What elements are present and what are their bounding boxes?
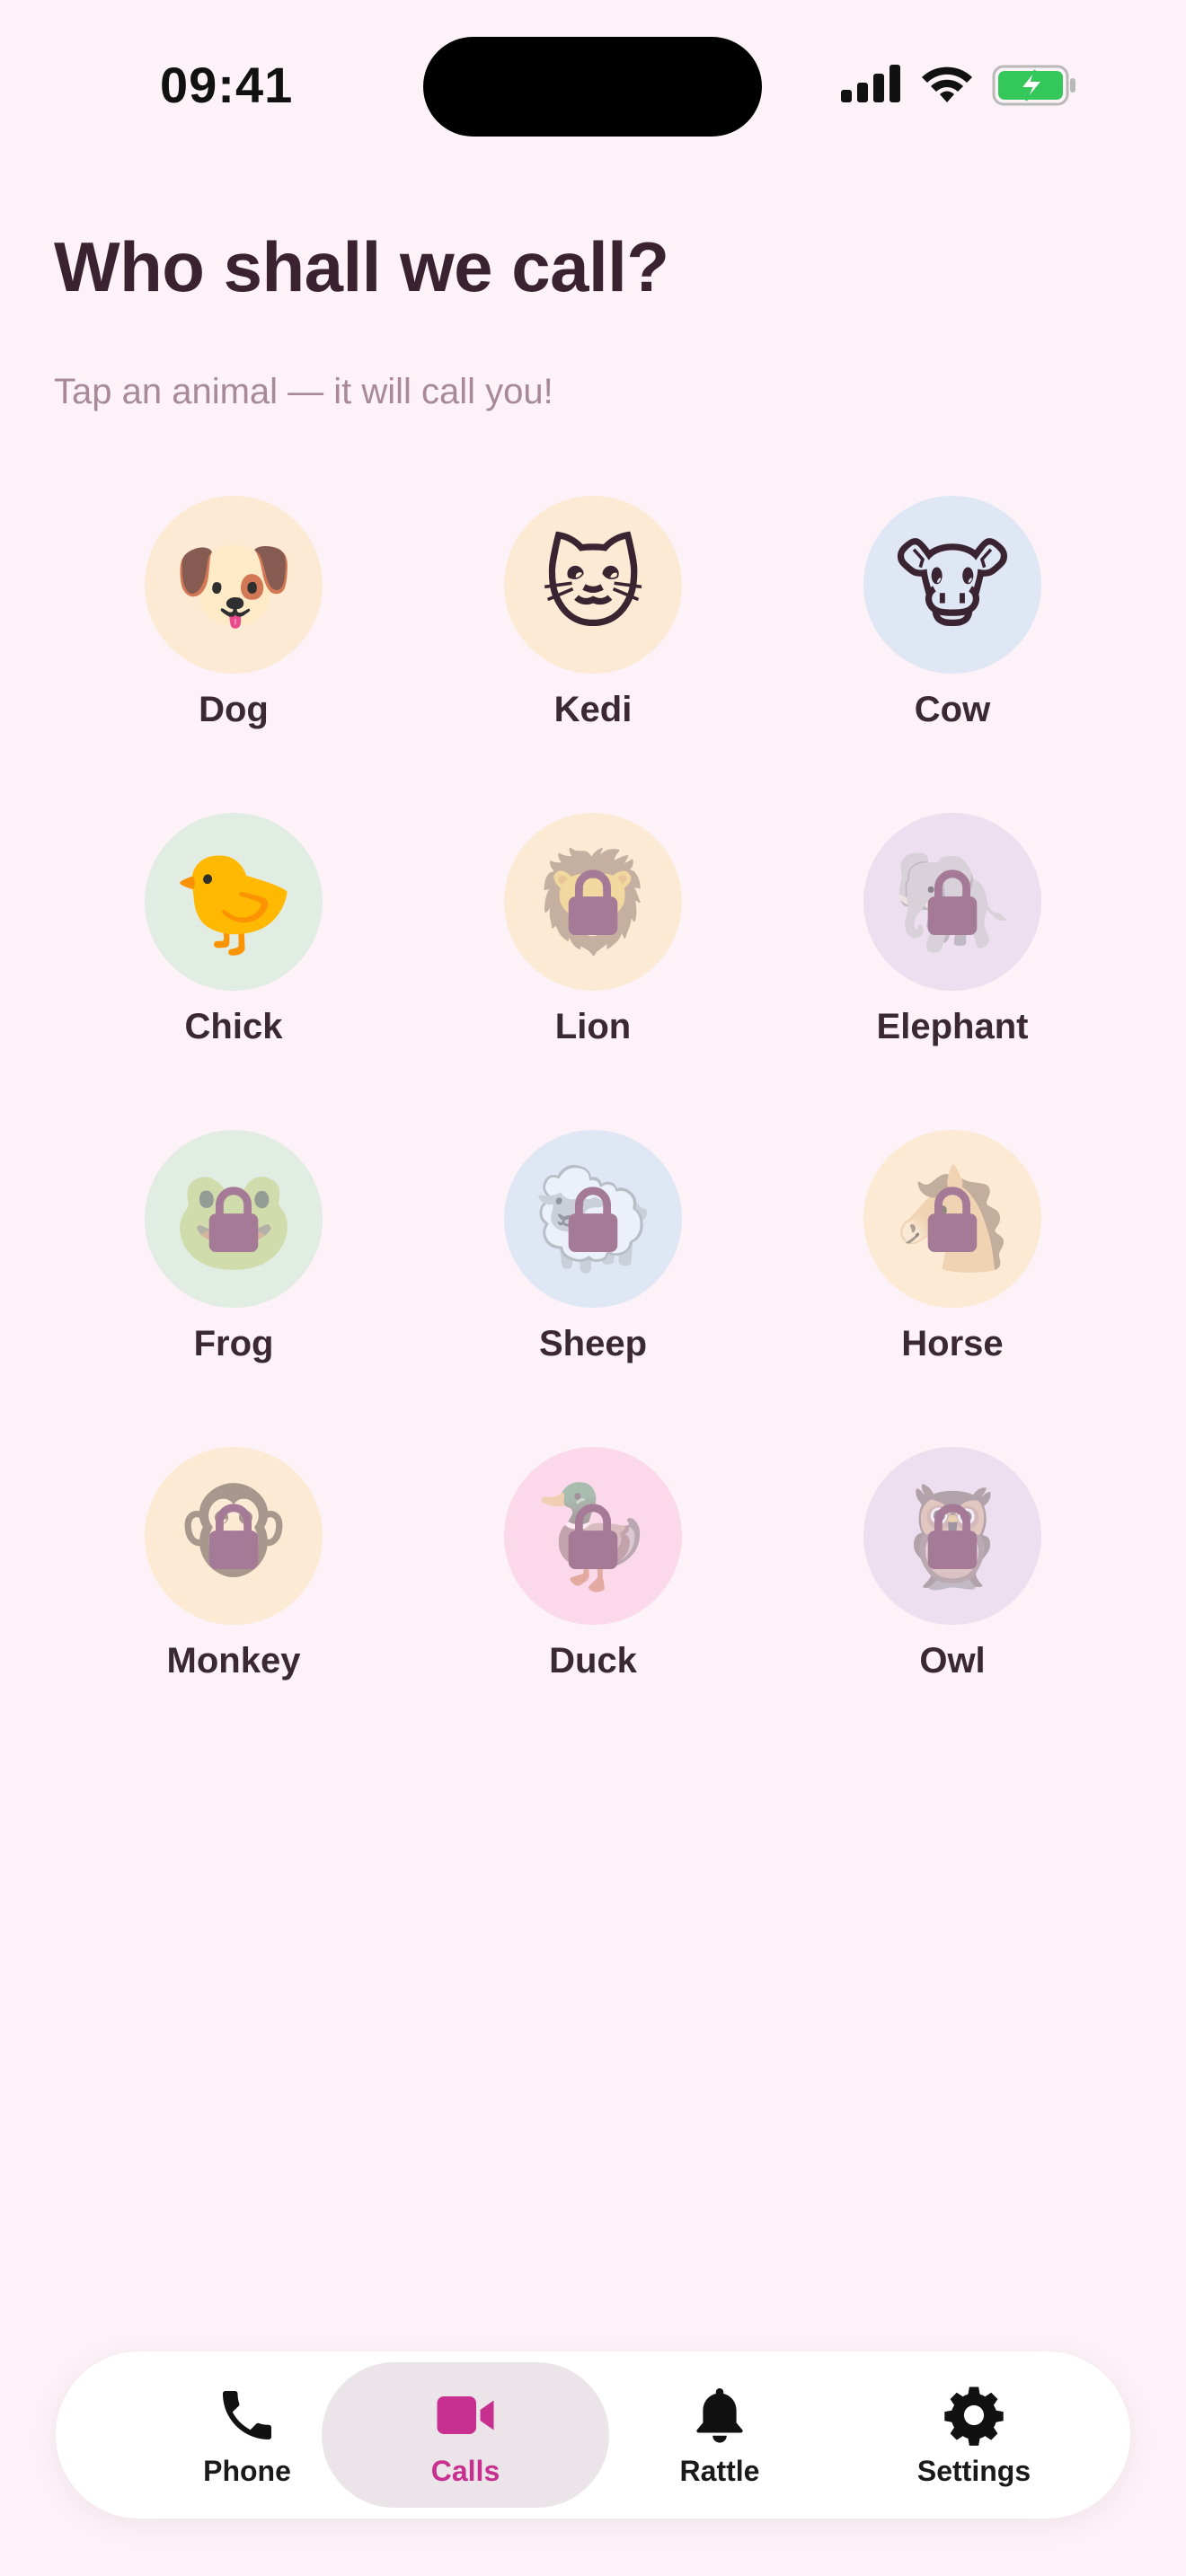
animal-kedi-button[interactable]: 🐱 Kedi [413, 496, 773, 813]
cow-icon: 🐮 [893, 527, 1012, 642]
animal-dog-button[interactable]: 🐶 Dog [54, 496, 413, 813]
lock-icon [568, 869, 618, 936]
animal-owl-button[interactable]: 🦉 Owl [773, 1447, 1132, 1764]
animal-sheep-button[interactable]: 🐑 Sheep [413, 1130, 773, 1447]
animal-avatar: 🐸 [145, 1130, 323, 1308]
animal-avatar: 🐵 [145, 1447, 323, 1625]
tab-label: Settings [916, 2454, 1031, 2487]
animal-label: Sheep [538, 1324, 648, 1363]
tab-label: Calls [430, 2454, 500, 2487]
status-time: 09:41 [160, 57, 294, 113]
animal-label: Dog [199, 690, 269, 729]
animal-label: Horse [901, 1324, 1004, 1363]
lock-icon [927, 1187, 978, 1253]
animal-label: Cow [914, 690, 991, 729]
page-subtitle: Tap an animal — it will call you! [54, 372, 553, 411]
animal-cow-button[interactable]: 🐮 Cow [773, 496, 1132, 813]
animal-horse-button[interactable]: 🐴 Horse [773, 1130, 1132, 1447]
animal-elephant-button[interactable]: 🐘 Elephant [773, 813, 1132, 1130]
battery-charging-icon [992, 65, 1075, 106]
lock-icon [208, 1187, 259, 1253]
animal-avatar: 🐤 [145, 813, 323, 991]
wifi-icon [922, 66, 972, 102]
tab-bar: Phone Calls Rattle Settings [56, 2351, 1130, 2519]
animal-chick-button[interactable]: 🐤 Chick [54, 813, 413, 1130]
chick-icon: 🐤 [172, 844, 296, 959]
animal-lion-button[interactable]: 🦁 Lion [413, 813, 773, 1130]
animal-label: Elephant [876, 1007, 1029, 1046]
animal-label: Lion [554, 1007, 632, 1046]
animal-avatar: 🐮 [863, 496, 1041, 674]
animal-frog-button[interactable]: 🐸 Frog [54, 1130, 413, 1447]
lock-icon [927, 869, 978, 936]
animal-avatar: 🦁 [504, 813, 682, 991]
lock-icon [927, 1504, 978, 1570]
animal-label: Chick [184, 1007, 283, 1046]
animal-avatar: 🐶 [145, 496, 323, 674]
lock-icon [568, 1187, 618, 1253]
kedi-icon: 🐱 [541, 527, 645, 642]
animal-label: Kedi [553, 690, 633, 729]
lock-icon [568, 1504, 618, 1570]
tab-rattle[interactable]: Rattle [576, 2362, 863, 2508]
tab-label: Phone [203, 2454, 291, 2487]
page-title: Who shall we call? [54, 227, 669, 306]
animal-avatar: 🐱 [504, 496, 682, 674]
animal-avatar: 🐑 [504, 1130, 682, 1308]
animal-label: Frog [193, 1324, 274, 1363]
animal-monkey-button[interactable]: 🐵 Monkey [54, 1447, 413, 1764]
calls-screen: 09:41 Who shall we call? Tap an animal —… [0, 0, 1186, 2576]
bell-icon [696, 2387, 743, 2443]
animal-avatar: 🦉 [863, 1447, 1041, 1625]
lock-icon [208, 1504, 259, 1570]
video-camera-icon [437, 2395, 494, 2434]
cellular-signal-icon [841, 65, 900, 102]
dog-icon: 🐶 [172, 527, 296, 642]
phone-icon [223, 2390, 271, 2439]
animal-grid: 🐶 Dog 🐱 Kedi 🐮 Cow 🐤 Chick 🦁 Lion 🐘 Elephant 🐸 Frog 🐑 S… [54, 496, 1132, 1764]
animal-duck-button[interactable]: 🦆 Duck [413, 1447, 773, 1764]
tab-label: Rattle [679, 2454, 760, 2487]
dynamic-island [423, 37, 762, 137]
animal-label: Monkey [166, 1641, 301, 1681]
tab-settings[interactable]: Settings [830, 2362, 1118, 2508]
animal-avatar: 🐘 [863, 813, 1041, 991]
tab-calls[interactable]: Calls [322, 2362, 609, 2508]
animal-avatar: 🐴 [863, 1130, 1041, 1308]
gear-icon [944, 2386, 1004, 2446]
animal-label: Owl [919, 1641, 986, 1681]
animal-avatar: 🦆 [504, 1447, 682, 1625]
animal-label: Duck [549, 1641, 637, 1681]
